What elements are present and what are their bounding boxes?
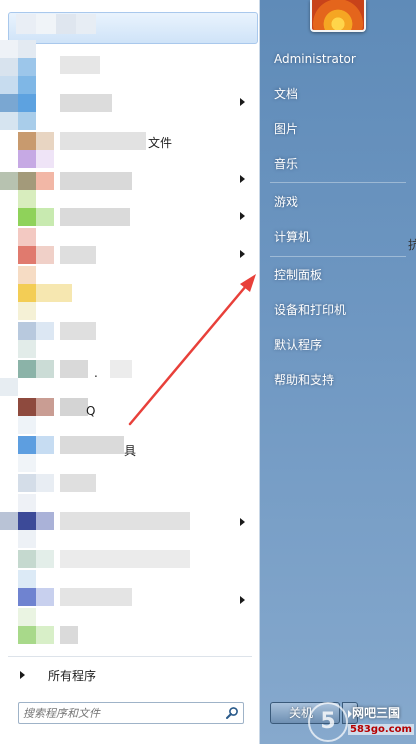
search-icon[interactable]: [225, 706, 239, 720]
link-help-support[interactable]: 帮助和支持: [268, 367, 408, 393]
link-devices-printers[interactable]: 设备和打印机: [268, 297, 408, 323]
link-music[interactable]: 音乐: [268, 151, 408, 177]
program-item-fragment-files: 文件: [148, 136, 173, 150]
chevron-right-icon[interactable]: [240, 175, 245, 183]
places-separator: [270, 182, 406, 183]
link-computer[interactable]: 计算机: [268, 224, 408, 250]
link-documents[interactable]: 文档: [268, 81, 408, 107]
link-control-panel[interactable]: 控制面板: [268, 262, 408, 288]
places-pane: Administrator 文档 图片 音乐 游戏 计算机 控制面板 设备和打印…: [260, 0, 416, 744]
watermark-logo: 5: [308, 702, 348, 742]
chevron-right-icon: [20, 671, 25, 679]
user-picture-icon[interactable]: [310, 0, 366, 32]
search-box[interactable]: [18, 702, 244, 724]
program-item-fragment-dot: .: [94, 366, 98, 380]
link-games[interactable]: 游戏: [268, 189, 408, 215]
programs-separator: [8, 656, 252, 657]
all-programs-label: 所有程序: [48, 669, 97, 683]
all-programs-button[interactable]: 所有程序: [8, 661, 256, 689]
watermark: 5 网吧三国 583go.com: [308, 700, 416, 744]
places-separator: [270, 256, 406, 257]
chevron-right-icon[interactable]: [240, 250, 245, 258]
search-input[interactable]: [23, 705, 219, 721]
watermark-text: 网吧三国: [352, 706, 401, 720]
background-fragment: 抗: [408, 238, 416, 252]
chevron-right-icon[interactable]: [240, 518, 245, 526]
chevron-right-icon[interactable]: [240, 596, 245, 604]
chevron-right-icon[interactable]: [240, 98, 245, 106]
program-item-fragment-q: Q: [86, 404, 96, 418]
start-menu: 文件 . Q 具 所有程序 Administrator 文档 图片 音乐: [0, 0, 416, 744]
link-default-programs[interactable]: 默认程序: [268, 332, 408, 358]
pixelated-program-list: [0, 0, 200, 660]
link-pictures[interactable]: 图片: [268, 116, 408, 142]
programs-pane: 文件 . Q 具 所有程序: [0, 0, 260, 744]
chevron-right-icon[interactable]: [240, 212, 245, 220]
watermark-url: 583go.com: [348, 724, 414, 735]
link-administrator[interactable]: Administrator: [268, 46, 408, 72]
program-item-fragment-tool: 具: [124, 444, 137, 458]
